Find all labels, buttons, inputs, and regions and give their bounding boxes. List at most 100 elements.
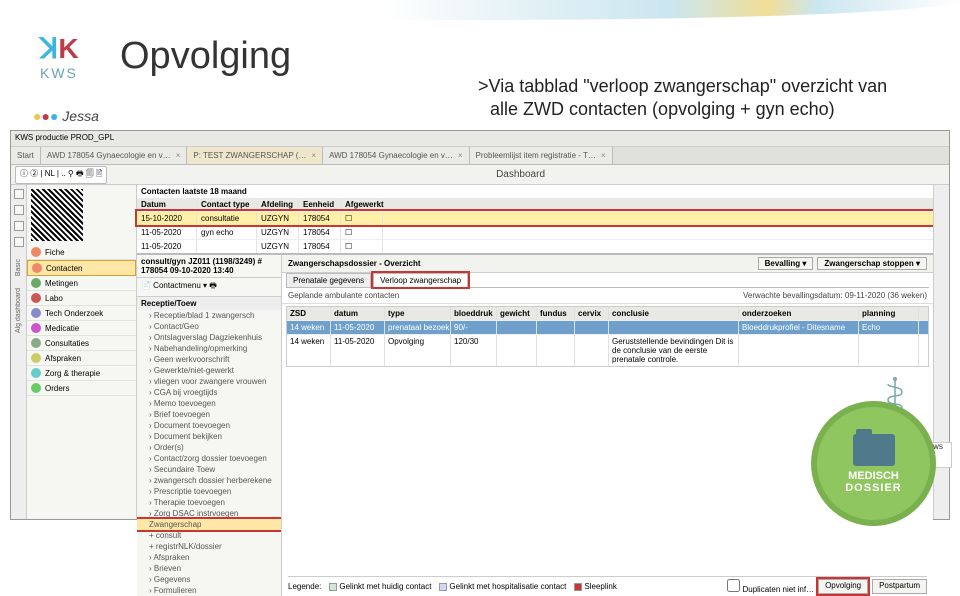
tree-item[interactable]: › Document toevoegen	[137, 420, 281, 431]
tree-header: Receptie/Toew	[137, 297, 281, 310]
col-cervix[interactable]: cervix	[575, 307, 609, 320]
tree-item[interactable]: + registrNLK/dossier	[137, 541, 281, 552]
dup-checkbox[interactable]	[727, 579, 740, 592]
nav-consultaties[interactable]: Consultaties	[27, 336, 136, 351]
tree-item[interactable]: › Memo toevoegen	[137, 398, 281, 409]
nav-icon	[31, 278, 41, 288]
folder-icon	[853, 434, 895, 466]
legend-bar: Legende: Gelinkt met huidig contact Geli…	[288, 576, 927, 594]
postpartum-button[interactable]: Postpartum	[872, 579, 927, 594]
rail-icon[interactable]	[14, 221, 24, 231]
rail-icon[interactable]	[14, 205, 24, 215]
col-datum[interactable]: datum	[331, 307, 385, 320]
nav-label: Contacten	[46, 264, 82, 273]
col-type[interactable]: type	[385, 307, 451, 320]
receptie-tree: consult/gyn JZ011 (1198/3249) # 178054 0…	[137, 255, 282, 596]
col-afdeling[interactable]: Afdeling	[257, 198, 299, 211]
badge-line2: DOSSIER	[845, 482, 902, 494]
tree-item[interactable]: › Document bekijken	[137, 431, 281, 442]
legend-sleep: Sleeplink	[584, 582, 616, 591]
decorative-wave	[0, 0, 960, 20]
nav-tech-onderzoek[interactable]: Tech Onderzoek	[27, 306, 136, 321]
tree-item[interactable]: › Order(s)	[137, 442, 281, 453]
tree-item[interactable]: › Contact/Geo	[137, 321, 281, 332]
tab-start[interactable]: Start	[11, 147, 41, 164]
tree-item[interactable]: › Contact/zorg dossier toevoegen	[137, 453, 281, 464]
contact-row[interactable]: 11-05-2020UZGYN178054☐	[137, 239, 933, 253]
consult-menubar[interactable]: 📄 Contactmenu ▾ 🖶	[137, 278, 281, 297]
rail-icon[interactable]	[14, 189, 24, 199]
slide-title: Opvolging	[120, 35, 291, 78]
contact-row[interactable]: 11-05-2020gyn echoUZGYN178054☐	[137, 225, 933, 239]
tab-patient[interactable]: P: TEST ZWANGERSCHAP (…×	[187, 147, 323, 164]
nav-contacten[interactable]: Contacten	[27, 260, 136, 276]
tab-verloop-zwangerschap[interactable]: Verloop zwangerschap	[373, 273, 468, 287]
consult-header: consult/gyn JZ011 (1198/3249) # 178054 0…	[137, 255, 281, 278]
contacts-table: Contacten laatste 18 maand Datum Contact…	[137, 185, 933, 254]
col-conclusie[interactable]: conclusie	[609, 307, 739, 320]
legend-current: Gelinkt met huidig contact	[339, 582, 431, 591]
zwangerschap-stoppen-button[interactable]: Zwangerschap stoppen ▾	[817, 257, 927, 270]
close-icon[interactable]: ×	[176, 151, 181, 160]
tab-probleemlijst[interactable]: Probleemlijst item registratie - T…×	[470, 147, 613, 164]
tree-item[interactable]: › CGA bij vroegtijds	[137, 387, 281, 398]
tree-item[interactable]: › Afspraken	[137, 552, 281, 563]
bevalling-button[interactable]: Bevalling ▾	[758, 257, 814, 270]
dates-row: Geplande ambulante contacten Verwachte b…	[282, 288, 933, 304]
nav-icon	[31, 293, 41, 303]
nav-medicatie[interactable]: Medicatie	[27, 321, 136, 336]
tree-item[interactable]: › Receptie/blad 1 zwangersch	[137, 310, 281, 321]
col-gewicht[interactable]: gewicht	[497, 307, 537, 320]
tab-awd-2[interactable]: AWD 178054 Gynaecologie en v…×	[323, 147, 469, 164]
tree-item[interactable]: › Brieven	[137, 563, 281, 574]
col-datum[interactable]: Datum	[137, 198, 197, 211]
col-zsd[interactable]: ZSD	[287, 307, 331, 320]
tree-item[interactable]: › Secundaire Toew	[137, 464, 281, 475]
toolbar-pills[interactable]: ⓘ ② | NL | .. ⚲ 🖶 🗐 🖹	[15, 166, 107, 184]
zsd-row[interactable]: 14 weken11-05-2020prenataal bezoek90/-Bl…	[287, 320, 928, 334]
tree-item[interactable]: › Brief toevoegen	[137, 409, 281, 420]
col-afgewerkt[interactable]: Afgewerkt	[341, 198, 383, 211]
nav-icon	[31, 308, 41, 318]
tree-item[interactable]: + consult	[137, 530, 281, 541]
ehr-app-window: KWS productie PROD_GPL Start AWD 178054 …	[10, 130, 950, 520]
col-planning[interactable]: planning	[859, 307, 919, 320]
dashboard-label: Dashboard	[496, 169, 545, 180]
tab-awd-1[interactable]: AWD 178054 Gynaecologie en v…×	[41, 147, 187, 164]
tab-prenatale-gegevens[interactable]: Prenatale gegevens	[286, 273, 371, 287]
col-eenheid[interactable]: Eenheid	[299, 198, 341, 211]
tree-item[interactable]: › Geen werkvoorschrift	[137, 354, 281, 365]
nav-afspraken[interactable]: Afspraken	[27, 351, 136, 366]
col-type[interactable]: Contact type	[197, 198, 257, 211]
rail-icon[interactable]	[14, 237, 24, 247]
rail-label-basic: Basic	[15, 259, 22, 276]
tree-item[interactable]: › Gewerkte/niet-gewerkt	[137, 365, 281, 376]
col-fundus[interactable]: fundus	[537, 307, 575, 320]
tree-item[interactable]: Zwangerschap	[137, 519, 281, 530]
tree-item[interactable]: › Gegevens	[137, 574, 281, 585]
zsd-row[interactable]: 14 weken11-05-2020Opvolging120/30Gerusts…	[287, 334, 928, 366]
col-bloeddruk[interactable]: bloeddruk	[451, 307, 497, 320]
close-icon[interactable]: ×	[311, 151, 316, 160]
col-onderzoeken[interactable]: onderzoeken	[739, 307, 859, 320]
contact-row[interactable]: 15-10-2020consultatieUZGYN178054☐	[137, 211, 933, 225]
tree-item[interactable]: › Formulieren	[137, 585, 281, 596]
close-icon[interactable]: ×	[601, 151, 606, 160]
tree-item[interactable]: › Nabehandeling/opmerking	[137, 343, 281, 354]
nav-label: Consultaties	[45, 339, 89, 348]
app-menubar: KWS productie PROD_GPL	[11, 131, 949, 147]
tree-item[interactable]: › Therapie toevoegen	[137, 497, 281, 508]
tree-item[interactable]: › Zorg DSAC instrvoegen	[137, 508, 281, 519]
tree-item[interactable]: › zwangersch dossier herberekene	[137, 475, 281, 486]
close-icon[interactable]: ×	[458, 151, 463, 160]
nav-fiche[interactable]: Fiche	[27, 245, 136, 260]
tree-item[interactable]: › vliegen voor zwangere vrouwen	[137, 376, 281, 387]
jessa-logo: ●●● Jessa	[33, 108, 99, 124]
nav-metingen[interactable]: Metingen	[27, 276, 136, 291]
nav-labo[interactable]: Labo	[27, 291, 136, 306]
tree-item[interactable]: › Ontslagverslag Dagziekenhuis	[137, 332, 281, 343]
opvolging-button[interactable]: Opvolging	[818, 579, 868, 594]
nav-zorg-therapie[interactable]: Zorg & therapie	[27, 366, 136, 381]
tree-item[interactable]: › Prescriptie toevoegen	[137, 486, 281, 497]
nav-orders[interactable]: Orders	[27, 381, 136, 396]
